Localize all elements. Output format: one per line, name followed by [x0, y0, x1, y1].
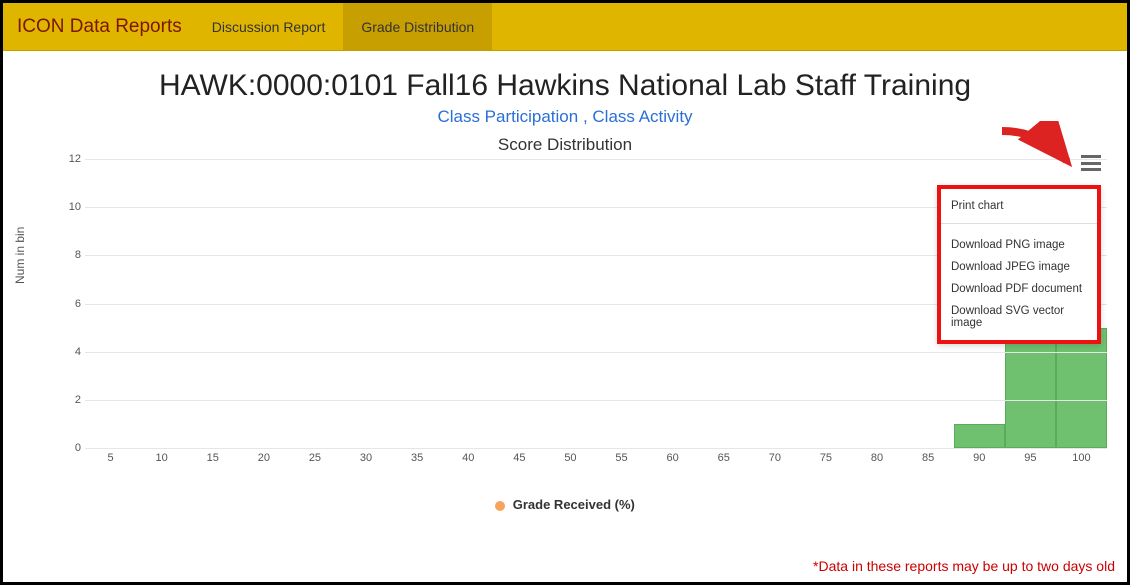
legend: Grade Received (%) — [3, 497, 1127, 512]
y-tick: 2 — [63, 394, 81, 406]
x-tick: 80 — [862, 452, 892, 464]
bar[interactable] — [1005, 328, 1056, 448]
x-tick: 10 — [147, 452, 177, 464]
x-tick: 35 — [402, 452, 432, 464]
subtitle-separator: , — [583, 107, 592, 126]
x-tick: 20 — [249, 452, 279, 464]
y-tick: 0 — [63, 442, 81, 454]
x-tick: 85 — [913, 452, 943, 464]
x-tick: 25 — [300, 452, 330, 464]
footnote: *Data in these reports may be up to two … — [813, 558, 1115, 574]
y-tick: 8 — [63, 249, 81, 261]
menu-download-png[interactable]: Download PNG image — [941, 234, 1097, 256]
legend-dot-icon — [495, 501, 505, 511]
link-class-participation[interactable]: Class Participation — [437, 107, 578, 126]
menu-divider — [941, 223, 1097, 224]
y-tick: 4 — [63, 346, 81, 358]
x-tick: 50 — [555, 452, 585, 464]
x-tick: 30 — [351, 452, 381, 464]
menu-download-pdf[interactable]: Download PDF document — [941, 278, 1097, 300]
x-tick: 70 — [760, 452, 790, 464]
legend-label: Grade Received (%) — [513, 497, 635, 512]
link-class-activity[interactable]: Class Activity — [592, 107, 692, 126]
x-tick: 65 — [709, 452, 739, 464]
x-tick: 15 — [198, 452, 228, 464]
subtitle: Class Participation , Class Activity — [3, 107, 1127, 127]
app-brand: ICON Data Reports — [13, 16, 194, 38]
x-tick: 40 — [453, 452, 483, 464]
page-title: HAWK:0000:0101 Fall16 Hawkins National L… — [3, 69, 1127, 103]
x-tick: 100 — [1066, 452, 1096, 464]
x-tick: 5 — [96, 452, 126, 464]
x-tick: 55 — [607, 452, 637, 464]
x-tick: 60 — [658, 452, 688, 464]
y-tick: 10 — [63, 201, 81, 213]
x-tick: 95 — [1015, 452, 1045, 464]
y-tick: 12 — [63, 153, 81, 165]
chart-export-menu: Print chart Download PNG image Download … — [937, 185, 1101, 344]
menu-print-chart[interactable]: Print chart — [941, 195, 1097, 217]
chart-menu-icon[interactable] — [1081, 155, 1101, 171]
x-tick: 90 — [964, 452, 994, 464]
y-tick: 6 — [63, 298, 81, 310]
y-axis-label: Num in bin — [13, 227, 27, 284]
menu-download-jpeg[interactable]: Download JPEG image — [941, 256, 1097, 278]
x-tick: 75 — [811, 452, 841, 464]
bar[interactable] — [1056, 328, 1107, 448]
chart-title: Score Distribution — [3, 135, 1127, 155]
menu-download-svg[interactable]: Download SVG vector image — [941, 300, 1097, 334]
bar[interactable] — [954, 424, 1005, 448]
topbar: ICON Data Reports Discussion Report Grad… — [3, 3, 1127, 51]
tab-discussion-report[interactable]: Discussion Report — [194, 3, 344, 50]
tab-grade-distribution[interactable]: Grade Distribution — [343, 3, 492, 50]
x-tick: 45 — [504, 452, 534, 464]
